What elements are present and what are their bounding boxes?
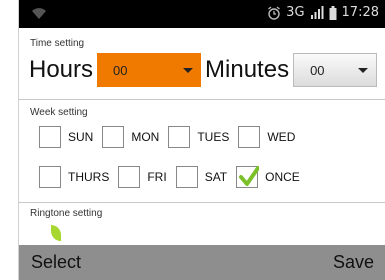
minutes-value: 00 [310, 62, 325, 78]
week-setting-label: Week setting [30, 107, 88, 118]
checkbox-checked[interactable] [236, 166, 260, 188]
alarm-setting-screen: 3G 17:28 Time setting Hours 00 Minutes 0… [18, 0, 385, 280]
battery-icon [329, 5, 337, 20]
day-checkbox-wed[interactable]: WED [238, 126, 295, 148]
day-label: SUN [68, 130, 94, 144]
ringtone-icon [51, 225, 61, 241]
day-checkbox-sat[interactable]: SAT [175, 166, 228, 188]
dropdown-arrow-icon [183, 67, 194, 73]
day-checkbox-mon[interactable]: MON [102, 126, 159, 148]
select-button[interactable]: Select [31, 252, 81, 273]
signal-icon [310, 5, 324, 19]
day-label: ONCE [265, 170, 300, 184]
time-setting-label: Time setting [30, 38, 85, 49]
save-button[interactable]: Save [333, 252, 374, 273]
day-label: MON [131, 130, 160, 144]
day-label: TUES [197, 130, 230, 144]
day-checkbox-fri[interactable]: FRI [118, 166, 167, 188]
day-checkbox-tues[interactable]: TUES [168, 126, 229, 148]
bottom-action-bar: Select Save [19, 245, 385, 280]
checkbox[interactable] [39, 126, 61, 148]
hours-value: 00 [113, 62, 128, 78]
day-checkbox-sun[interactable]: SUN [39, 126, 93, 148]
minutes-label: Minutes [205, 56, 290, 83]
day-label: THURS [68, 170, 110, 184]
day-label: SAT [204, 170, 228, 184]
network-type: 3G [286, 5, 305, 20]
checkbox[interactable] [118, 166, 141, 188]
hours-label: Hours [29, 56, 94, 83]
wifi-icon [32, 8, 46, 19]
ringtone-setting-label: Ringtone setting [30, 208, 103, 219]
day-checkbox-thurs[interactable]: THURS [39, 166, 109, 188]
checkbox[interactable] [168, 126, 191, 148]
checkbox[interactable] [39, 166, 61, 188]
checkbox[interactable] [102, 126, 125, 148]
status-time: 17:28 [341, 5, 379, 20]
checkbox[interactable] [238, 126, 261, 148]
day-label: WED [267, 130, 296, 144]
week-row-1: SUN MON TUES WED [19, 118, 385, 156]
checkbox[interactable] [175, 166, 198, 188]
checkmark-icon [239, 166, 260, 186]
dropdown-arrow-icon [358, 67, 369, 73]
time-row: Hours 00 Minutes 00 [19, 49, 385, 91]
ringtone-item[interactable] [19, 219, 385, 241]
day-label: FRI [147, 170, 167, 184]
day-checkbox-once[interactable]: ONCE [236, 166, 300, 188]
hours-spinner[interactable]: 00 [97, 53, 202, 87]
alarm-icon [268, 5, 281, 20]
status-bar: 3G 17:28 [19, 0, 385, 28]
week-row-2: THURS FRI SAT ONCE [19, 158, 385, 196]
minutes-spinner[interactable]: 00 [293, 53, 378, 87]
